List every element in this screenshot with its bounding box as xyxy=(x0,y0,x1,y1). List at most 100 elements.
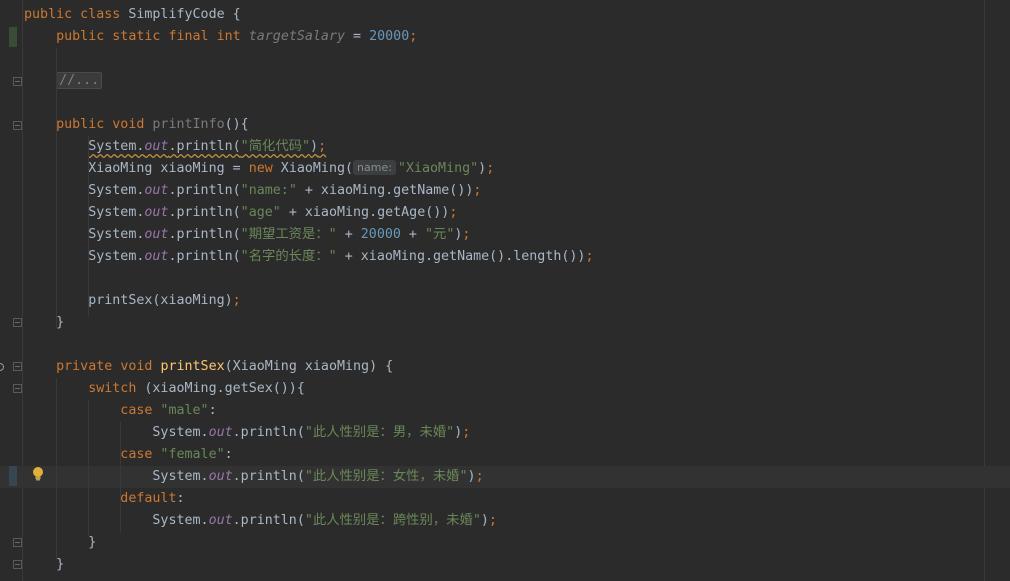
code-line[interactable] xyxy=(0,48,1010,70)
lightbulb-icon[interactable] xyxy=(31,466,45,482)
code-token-kw: ; xyxy=(473,183,482,198)
code-token-cls: printSex(xiaoMing) xyxy=(88,293,233,308)
code-line[interactable]: System.out.println("age" + xiaoMing.getA… xyxy=(0,202,1010,224)
code-token-kw: private xyxy=(56,359,121,374)
code-token-field: out xyxy=(144,227,169,242)
unused-field-token: targetSalary xyxy=(248,29,346,44)
warning-underlined-token: out xyxy=(144,139,169,154)
code-token-kw: public xyxy=(56,29,113,44)
code-line[interactable]: System.out.println("名字的长度：" + xiaoMing.g… xyxy=(0,246,1010,268)
code-token-cls: .println( xyxy=(168,205,241,220)
code-token-field: out xyxy=(144,183,169,198)
code-token-cls: } xyxy=(88,535,97,550)
code-token-cls: (xiaoMing.getSex()){ xyxy=(144,381,305,396)
code-line[interactable]: //... xyxy=(0,70,1010,92)
code-token-cls: ) xyxy=(478,161,487,176)
code-token-kw: case xyxy=(120,447,161,462)
indent-guide xyxy=(56,378,57,560)
code-line-text: System.out.println("age" + xiaoMing.getA… xyxy=(24,202,457,224)
code-line[interactable]: switch (xiaoMing.getSex()){ xyxy=(0,378,1010,400)
code-token-kw: void xyxy=(112,117,153,132)
fold-marker-icon[interactable] xyxy=(13,77,22,86)
code-line[interactable] xyxy=(0,334,1010,356)
fold-marker-icon[interactable] xyxy=(13,384,22,393)
code-token-unused: printInfo xyxy=(152,117,225,132)
code-line-text: } xyxy=(24,312,64,334)
code-token-cls: .println( xyxy=(168,249,241,264)
code-token-kw: class xyxy=(80,7,129,22)
code-line-text: } xyxy=(24,554,64,576)
code-token-str: "XiaoMing" xyxy=(397,161,479,176)
fold-marker-icon[interactable] xyxy=(13,362,22,371)
code-line[interactable]: private void printSex(XiaoMing xiaoMing)… xyxy=(0,356,1010,378)
code-line[interactable]: System.out.println("此人性别是：女性，未婚"); xyxy=(0,466,1010,488)
code-line-text: System.out.println("简化代码"); xyxy=(24,136,326,158)
code-token-kw: public xyxy=(24,7,81,22)
code-line[interactable]: case "female": xyxy=(0,444,1010,466)
code-token-field: out xyxy=(208,425,233,440)
change-marker-icon[interactable] xyxy=(9,27,17,47)
code-token-str: "期望工资是：" xyxy=(240,227,337,242)
code-token-kw: ; xyxy=(462,227,471,242)
code-line[interactable]: public class SimplifyCode { xyxy=(0,4,1010,26)
code-token-cls: + xyxy=(336,227,361,242)
code-token-cls: ) xyxy=(480,513,489,528)
code-line[interactable]: System.out.println("name:" + xiaoMing.ge… xyxy=(0,180,1010,202)
code-token-kw: ; xyxy=(409,29,418,44)
fold-marker-icon[interactable] xyxy=(13,538,22,547)
code-line[interactable]: System.out.println("此人性别是：跨性别，未婚"); xyxy=(0,510,1010,532)
code-token-kw: switch xyxy=(88,381,145,396)
code-line[interactable]: public static final int targetSalary = 2… xyxy=(0,26,1010,48)
code-editor[interactable]: public class SimplifyCode { public stati… xyxy=(0,0,1010,581)
code-token-str: "此人性别是：女性，未婚" xyxy=(304,469,468,484)
code-line-text: System.out.println("此人性别是：男，未婚"); xyxy=(24,422,470,444)
code-token-str: "male" xyxy=(160,403,209,418)
code-token-cls: System. xyxy=(152,425,209,440)
code-line[interactable]: printSex(xiaoMing); xyxy=(0,290,1010,312)
fold-marker-icon[interactable] xyxy=(13,560,22,569)
code-token-cls: : xyxy=(176,491,185,506)
code-token-cls: : xyxy=(224,447,233,462)
code-token-kw: ; xyxy=(449,205,458,220)
code-line-text: System.out.println("期望工资是：" + 20000 + "元… xyxy=(24,224,470,246)
code-line[interactable]: System.out.println("简化代码"); xyxy=(0,136,1010,158)
parameter-hint: name: xyxy=(353,160,396,175)
code-token-cls: .println( xyxy=(232,425,305,440)
code-token-cls: System. xyxy=(88,227,145,242)
code-token-cls: } xyxy=(56,557,65,572)
code-token-kw: ; xyxy=(475,469,484,484)
code-token-cls: (XiaoMing xiaoMing) { xyxy=(224,359,394,374)
code-line[interactable]: default: xyxy=(0,488,1010,510)
code-line[interactable]: } xyxy=(0,312,1010,334)
code-line[interactable]: } xyxy=(0,554,1010,576)
code-token-str: "名字的长度：" xyxy=(240,249,337,264)
folded-code-region[interactable]: //... xyxy=(56,72,103,89)
indent-guide xyxy=(88,136,89,316)
code-line[interactable]: System.out.println("此人性别是：男，未婚"); xyxy=(0,422,1010,444)
code-line-text: System.out.println("名字的长度：" + xiaoMing.g… xyxy=(24,246,593,268)
code-token-kw: ; xyxy=(232,293,241,308)
code-line[interactable]: XiaoMing xiaoMing = new XiaoMing(name: "X… xyxy=(0,158,1010,180)
code-line-text: System.out.println("此人性别是：跨性别，未婚"); xyxy=(24,510,497,532)
code-line[interactable]: } xyxy=(0,532,1010,554)
fold-marker-icon[interactable] xyxy=(13,318,22,327)
change-marker-icon[interactable] xyxy=(9,466,17,486)
code-line[interactable]: System.out.println("期望工资是：" + 20000 + "元… xyxy=(0,224,1010,246)
code-line[interactable] xyxy=(0,92,1010,114)
warning-underlined-token: System. xyxy=(88,139,145,154)
code-line-text: switch (xiaoMing.getSex()){ xyxy=(24,378,305,400)
code-token-cls: System. xyxy=(88,205,145,220)
code-line-text: default: xyxy=(24,488,185,510)
code-line[interactable]: public void printInfo(){ xyxy=(0,114,1010,136)
code-line-text: case "male": xyxy=(24,400,216,422)
code-line[interactable] xyxy=(0,268,1010,290)
code-token-cls: + xiaoMing.getName().length()) xyxy=(336,249,586,264)
code-token-cls: XiaoMing( xyxy=(280,161,354,176)
code-token-field: out xyxy=(144,205,169,220)
fold-marker-icon[interactable] xyxy=(13,121,22,130)
code-line[interactable]: case "male": xyxy=(0,400,1010,422)
